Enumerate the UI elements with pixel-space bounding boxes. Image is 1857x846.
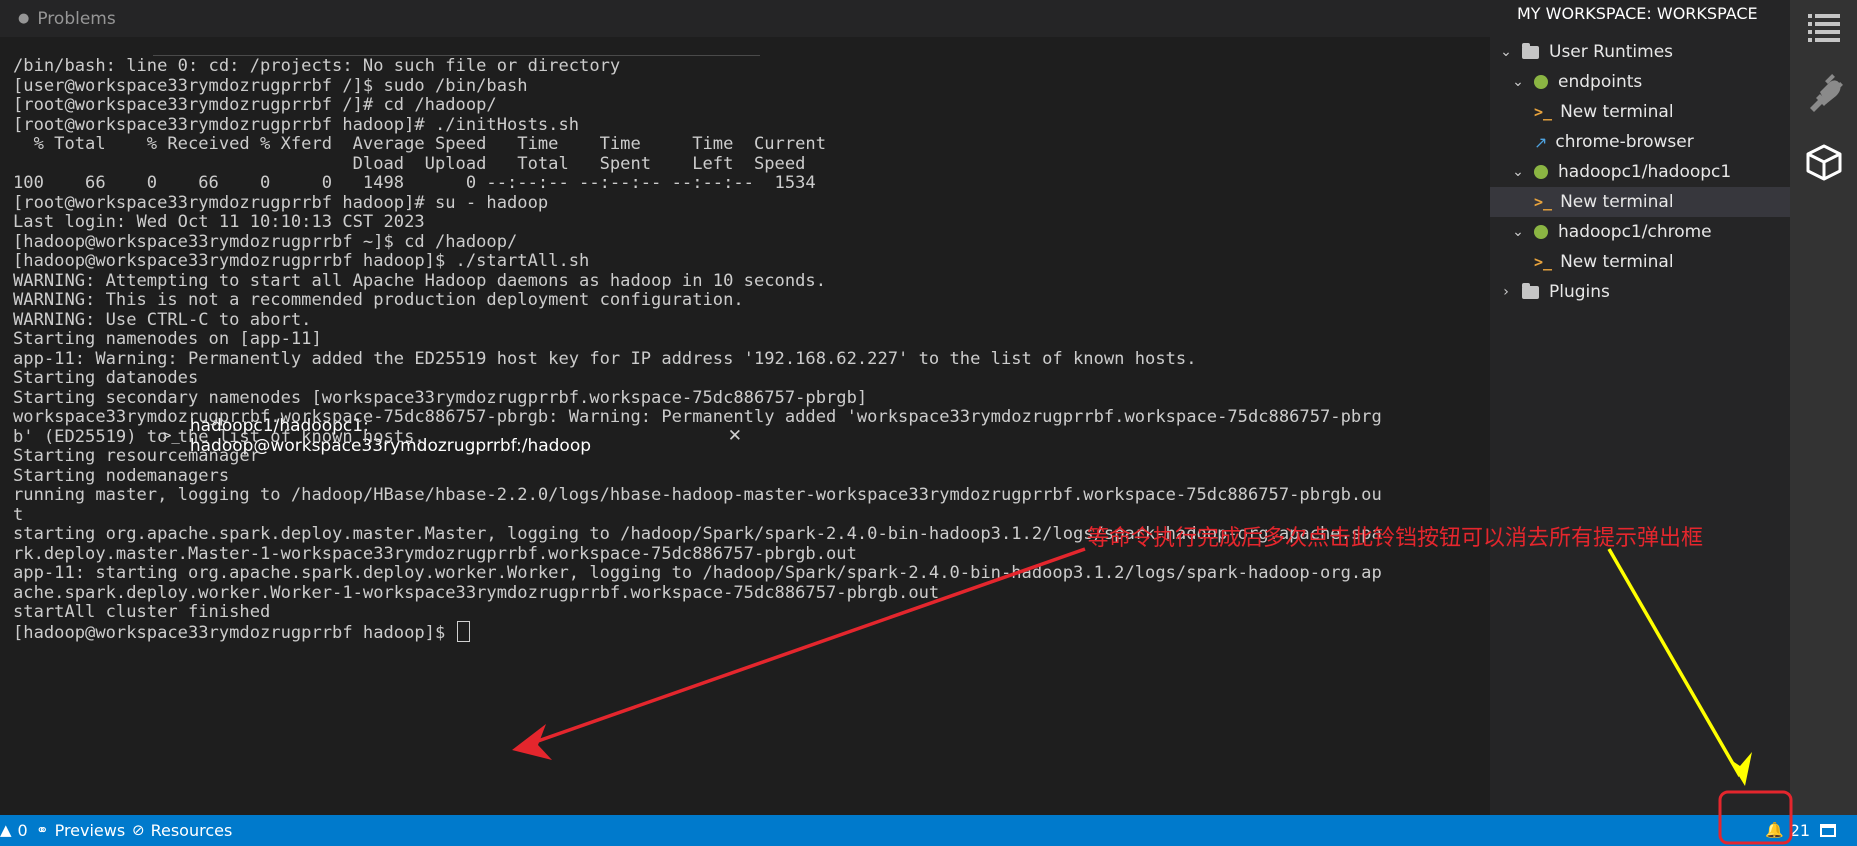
- terminal-cursor: [457, 620, 471, 642]
- explorer-title: MY WORKSPACE: WORKSPACE: [1517, 4, 1758, 23]
- problems-status[interactable]: ▲ 0: [0, 815, 28, 846]
- panel-tab-bar: ● Problems >_ hadoopc1/hadoopc1: hadoop@…: [0, 0, 1490, 815]
- workspace-explorer: MY WORKSPACE: WORKSPACE ⌄ User Runtimes …: [1490, 0, 1790, 815]
- tree-item-label: endpoints: [1558, 72, 1643, 92]
- chevron-down-icon: ⌄: [1500, 44, 1512, 60]
- previews-icon: ⚭: [36, 821, 49, 839]
- plug-icon[interactable]: [1802, 70, 1846, 114]
- tab-problems-label: Problems: [37, 8, 116, 29]
- tab-problems[interactable]: ● Problems: [0, 0, 140, 37]
- tree-item-new-terminal[interactable]: >_ New terminal: [1490, 187, 1790, 217]
- warning-icon: ▲: [0, 821, 12, 839]
- external-link-icon: ↗: [1534, 132, 1548, 152]
- notifications-button[interactable]: 🔔 21: [1765, 815, 1810, 846]
- tree-item-label: chrome-browser: [1555, 132, 1694, 152]
- tree-item-user-runtimes[interactable]: ⌄ User Runtimes: [1490, 37, 1790, 67]
- terminal-prompt: [hadoop@workspace33rymdozrugprrbf hadoop…: [13, 622, 446, 643]
- chevron-right-icon: ›: [1503, 284, 1509, 300]
- tree-item-label: New terminal: [1560, 252, 1674, 272]
- tree-item-label: New terminal: [1560, 192, 1674, 212]
- toggle-panel-button[interactable]: [1820, 815, 1836, 846]
- tree-item-label: hadoopc1/chrome: [1558, 222, 1712, 242]
- panel-icon: [1820, 824, 1836, 837]
- chevron-down-icon: ⌄: [1512, 224, 1524, 240]
- terminal-icon: >_: [1534, 193, 1553, 211]
- chevron-down-icon: ⌄: [1512, 164, 1524, 180]
- problems-count: 0: [17, 821, 28, 840]
- runtime-status-icon: [1534, 225, 1548, 239]
- tree-item-hadoopc1-hadoopc1[interactable]: ⌄ hadoopc1/hadoopc1: [1490, 157, 1790, 187]
- status-bar: ▲ 0 ⚭ Previews ⊘ Resources 🔔 21: [0, 815, 1857, 846]
- terminal-icon: >_: [1534, 253, 1553, 271]
- notification-count: 21: [1789, 821, 1811, 840]
- previews-button[interactable]: ⚭ Previews: [36, 815, 125, 846]
- tree-item-label: Plugins: [1549, 282, 1610, 302]
- runtime-status-icon: [1534, 75, 1548, 89]
- activity-bar: [1790, 0, 1857, 815]
- tree-item-new-terminal[interactable]: >_ New terminal: [1490, 247, 1790, 277]
- list-icon[interactable]: [1802, 6, 1846, 50]
- tree-item-plugins[interactable]: › Plugins: [1490, 277, 1790, 307]
- resources-label: Resources: [150, 821, 233, 840]
- tree-item-label: New terminal: [1560, 102, 1674, 122]
- tree-item-new-terminal[interactable]: >_ New terminal: [1490, 97, 1790, 127]
- runtime-status-icon: [1534, 165, 1548, 179]
- annotation-text: 等命令执行完成后多次点击此铃铛按钮可以消去所有提示弹出框: [1087, 526, 1704, 551]
- info-icon: ●: [18, 11, 30, 26]
- resources-icon: ⊘: [132, 821, 145, 839]
- resources-button[interactable]: ⊘ Resources: [132, 815, 232, 846]
- folder-icon: [1522, 42, 1539, 59]
- tree-item-endpoints[interactable]: ⌄ endpoints: [1490, 67, 1790, 97]
- terminal-icon: >_: [1534, 103, 1553, 121]
- terminal-line: running master, logging to /hadoop/HBase…: [13, 485, 1382, 505]
- folder-icon: [1522, 282, 1539, 299]
- tree-item-chrome-browser[interactable]: ↗ chrome-browser: [1490, 127, 1790, 157]
- terminal-output[interactable]: /bin/bash: line 0: cd: /projects: No suc…: [0, 55, 1490, 815]
- tree-item-label: User Runtimes: [1549, 42, 1674, 62]
- bell-icon: 🔔: [1765, 821, 1784, 839]
- tree-item-label: hadoopc1/hadoopc1: [1558, 162, 1732, 182]
- cube-icon[interactable]: [1802, 140, 1846, 184]
- tree-item-hadoopc1-chrome[interactable]: ⌄ hadoopc1/chrome: [1490, 217, 1790, 247]
- chevron-down-icon: ⌄: [1512, 74, 1524, 90]
- terminal-prompt-line[interactable]: [hadoop@workspace33rymdozrugprrbf hadoop…: [13, 620, 471, 644]
- previews-label: Previews: [54, 821, 126, 840]
